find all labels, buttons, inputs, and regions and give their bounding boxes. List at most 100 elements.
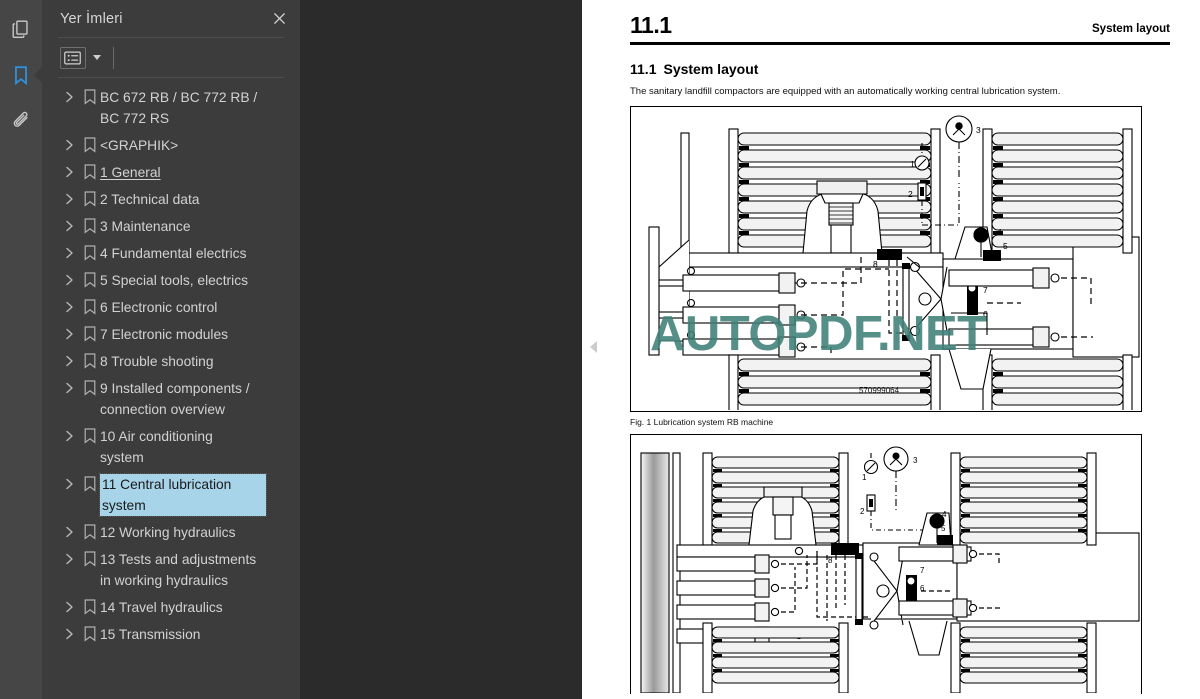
sidebar-icon-rail xyxy=(0,0,42,699)
bookmark-item[interactable]: 3 Maintenance xyxy=(42,213,300,240)
chevron-right-icon[interactable] xyxy=(58,597,80,613)
thumbnails-icon[interactable] xyxy=(0,6,42,52)
bookmark-icon xyxy=(80,426,100,444)
header-section-title: System layout xyxy=(1092,23,1170,35)
bookmark-label: BC 672 RB / BC 772 RB / BC 772 RS xyxy=(100,90,258,126)
bookmark-icon xyxy=(80,378,100,396)
bookmark-item[interactable]: 12 Working hydraulics xyxy=(42,519,300,546)
bookmark-icon xyxy=(80,216,100,234)
bookmark-label: 14 Travel hydraulics xyxy=(100,600,223,615)
bookmark-icon xyxy=(80,597,100,615)
chevron-right-icon[interactable] xyxy=(58,624,80,640)
chevron-right-icon[interactable] xyxy=(58,522,80,538)
callout-7: 7 xyxy=(983,285,988,295)
chevron-right-icon[interactable] xyxy=(58,243,80,259)
bookmark-icon xyxy=(80,324,100,342)
bookmark-label: 7 Electronic modules xyxy=(100,327,229,342)
bookmark-label: 15 Transmission xyxy=(100,627,201,642)
callout-8: 8 xyxy=(873,259,878,269)
chevron-right-icon[interactable] xyxy=(58,378,80,394)
close-icon[interactable] xyxy=(268,8,290,30)
section-heading-text: System layout xyxy=(663,61,759,77)
section-heading: 11.1 System layout xyxy=(630,61,1182,77)
bookmarks-icon[interactable] xyxy=(0,52,42,98)
bookmark-item[interactable]: 11 Central lubrication system xyxy=(42,471,300,519)
bookmark-item[interactable]: 13 Tests and adjustments in working hydr… xyxy=(42,546,300,594)
callout-2: 2 xyxy=(908,189,913,199)
bookmarks-panel-header: Yer İmleri xyxy=(42,0,300,37)
figure-2-drawing: 3 1 2 4 5 6 7 8 xyxy=(640,445,1140,693)
chevron-right-icon[interactable] xyxy=(58,270,80,286)
callout-6: 6 xyxy=(983,309,988,319)
chevron-right-icon[interactable] xyxy=(58,87,80,103)
document-viewer: 11.1 System layout 11.1 System layout The… xyxy=(300,0,1200,699)
bookmark-icon xyxy=(80,189,100,207)
bookmark-item[interactable]: 5 Special tools, electrics xyxy=(42,267,300,294)
bookmark-icon xyxy=(80,270,100,288)
bookmark-icon xyxy=(80,297,100,315)
bookmark-tree-container: BC 672 RB / BC 772 RB / BC 772 RS <GRAPHI… xyxy=(42,78,300,699)
chevron-right-icon[interactable] xyxy=(58,216,80,232)
bookmark-item[interactable]: 2 Technical data xyxy=(42,186,300,213)
bookmark-icon xyxy=(80,87,100,105)
bookmark-label: 10 Air conditioning system xyxy=(100,429,213,465)
callout-1: 1 xyxy=(862,473,867,482)
figure-1-part-number: 570999064 xyxy=(859,385,900,395)
chevron-right-icon[interactable] xyxy=(58,189,80,205)
bookmarks-toolbar xyxy=(42,38,300,77)
bookmark-icon xyxy=(80,624,100,642)
bookmark-tree: BC 672 RB / BC 772 RB / BC 772 RS <GRAPHI… xyxy=(42,78,300,648)
bookmark-label: 2 Technical data xyxy=(100,192,200,207)
callout-4: 4 xyxy=(997,227,1002,237)
bookmark-icon xyxy=(80,135,100,153)
bookmark-item[interactable]: 7 Electronic modules xyxy=(42,321,300,348)
chevron-right-icon[interactable] xyxy=(58,297,80,313)
chevron-right-icon[interactable] xyxy=(58,426,80,442)
chevron-down-icon[interactable] xyxy=(93,55,101,60)
callout-7: 7 xyxy=(920,566,925,575)
bookmark-item[interactable]: 15 Transmission xyxy=(42,621,300,648)
bookmark-label: 9 Installed components / connection over… xyxy=(100,381,250,417)
bookmark-item[interactable]: 4 Fundamental electrics xyxy=(42,240,300,267)
chevron-right-icon[interactable] xyxy=(58,474,80,490)
bookmark-item[interactable]: 1 General xyxy=(42,159,300,186)
bookmark-label: 3 Maintenance xyxy=(100,219,191,234)
bookmarks-panel: Yer İmleri BC 672 RB / BC 772 RB / BC 77… xyxy=(42,0,318,699)
bookmark-label: 13 Tests and adjustments in working hydr… xyxy=(100,552,257,588)
callout-5: 5 xyxy=(941,524,946,533)
bookmark-item[interactable]: 10 Air conditioning system xyxy=(42,423,300,471)
bookmark-label: 8 Trouble shooting xyxy=(100,354,214,369)
chevron-right-icon[interactable] xyxy=(58,324,80,340)
bookmark-item[interactable]: 9 Installed components / connection over… xyxy=(42,375,300,423)
toolbar-separator xyxy=(113,46,114,69)
document-running-header: 11.1 System layout xyxy=(600,0,1182,37)
bookmark-label: 1 General xyxy=(100,165,161,180)
bookmark-icon xyxy=(80,474,100,492)
bookmark-item[interactable]: BC 672 RB / BC 772 RB / BC 772 RS xyxy=(42,84,300,132)
bookmark-icon xyxy=(80,243,100,261)
bookmark-icon xyxy=(80,522,100,540)
bookmark-icon xyxy=(80,162,100,180)
bookmark-label: <GRAPHIK> xyxy=(100,138,179,153)
chevron-left-icon xyxy=(589,341,597,353)
bookmark-item[interactable]: 8 Trouble shooting xyxy=(42,348,300,375)
callout-6: 6 xyxy=(920,584,925,593)
figure-1: 3 1 2 4 5 6 7 8 570999064 xyxy=(630,105,1142,412)
chevron-right-icon[interactable] xyxy=(58,135,80,151)
chevron-right-icon[interactable] xyxy=(58,549,80,565)
chevron-right-icon[interactable] xyxy=(58,162,80,178)
callout-2: 2 xyxy=(860,507,865,516)
attachments-icon[interactable] xyxy=(0,98,42,144)
chevron-right-icon[interactable] xyxy=(58,351,80,367)
bookmark-item[interactable]: 14 Travel hydraulics xyxy=(42,594,300,621)
callout-8: 8 xyxy=(828,556,833,565)
sidebar-collapse-handle[interactable] xyxy=(586,336,600,358)
bookmark-label: 4 Fundamental electrics xyxy=(100,246,247,261)
bookmark-item[interactable]: <GRAPHIK> xyxy=(42,132,300,159)
bookmark-item[interactable]: 6 Electronic control xyxy=(42,294,300,321)
header-section-number: 11.1 xyxy=(630,12,672,38)
callout-3: 3 xyxy=(976,125,981,135)
callout-5: 5 xyxy=(1003,241,1008,251)
bookmark-options-button[interactable] xyxy=(60,46,86,69)
figure-1-caption: Fig. 1 Lubrication system RB machine xyxy=(630,416,774,427)
